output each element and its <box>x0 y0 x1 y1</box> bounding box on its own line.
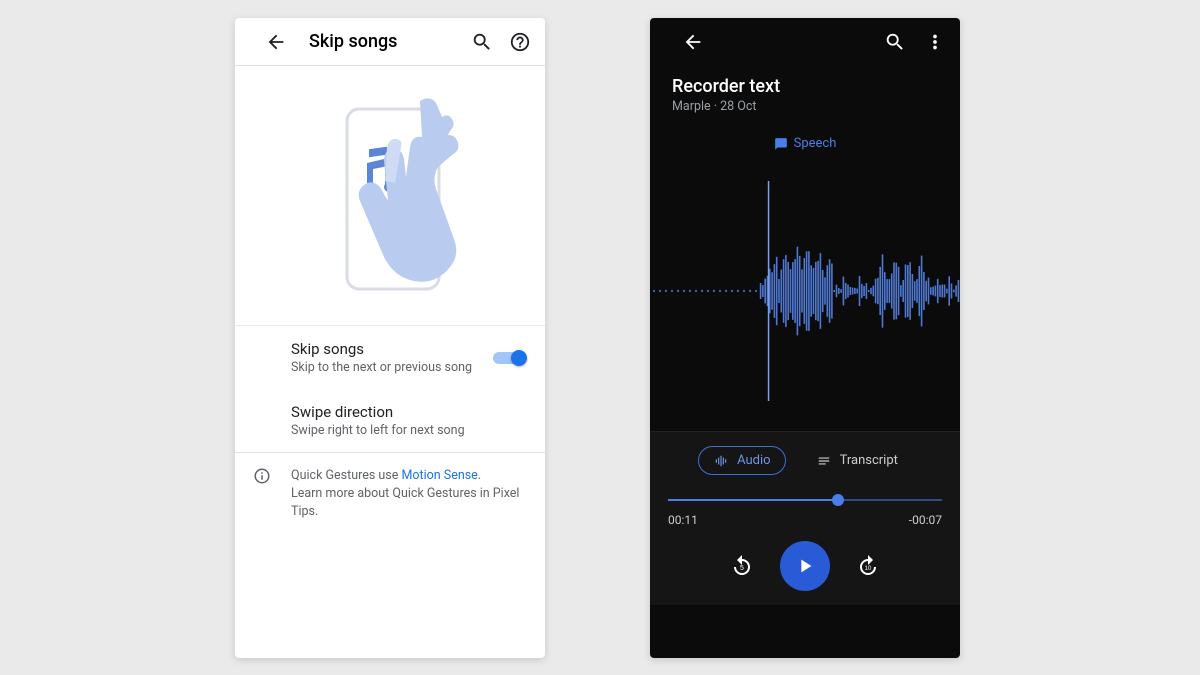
info-icon <box>253 467 271 491</box>
tab-label: Audio <box>737 453 770 468</box>
forward-10-icon[interactable]: 10 <box>856 554 880 578</box>
seek-bar[interactable] <box>668 493 942 507</box>
back-icon[interactable] <box>265 31 287 53</box>
page-title: Skip songs <box>309 31 455 52</box>
time-labels: 00:11 -00:07 <box>668 513 942 527</box>
time-remaining: -00:07 <box>909 513 942 527</box>
play-button[interactable] <box>780 541 830 591</box>
info-text-suffix: . <box>478 468 481 483</box>
swipe-direction-setting[interactable]: Swipe direction Swipe right to left for … <box>235 389 545 452</box>
setting-subtitle: Swipe right to left for next song <box>291 423 489 438</box>
back-icon[interactable] <box>682 31 704 53</box>
playback-controls: Audio Transcript 00:11 -00:07 5 10 <box>650 431 960 605</box>
motion-sense-link[interactable]: Motion Sense <box>401 468 477 483</box>
label-row: Speech <box>650 136 960 151</box>
setting-title: Skip songs <box>291 340 489 358</box>
view-tabs: Audio Transcript <box>668 446 942 475</box>
recording-title: Recorder text <box>672 76 938 97</box>
tab-audio[interactable]: Audio <box>698 446 785 475</box>
chip-label: Speech <box>794 136 837 151</box>
setting-subtitle: Skip to the next or previous song <box>291 360 489 375</box>
replay-5-icon[interactable]: 5 <box>730 554 754 578</box>
transport-controls: 5 10 <box>668 541 942 591</box>
recording-header: Recorder text Marple · 28 Oct <box>650 66 960 122</box>
recording-subtitle: Marple · 28 Oct <box>672 99 938 114</box>
info-note: Quick Gestures use Motion Sense. Learn m… <box>235 453 545 535</box>
recorder-screen: Recorder text Marple · 28 Oct Speech Aud… <box>650 18 960 658</box>
svg-text:10: 10 <box>865 566 872 572</box>
skip-songs-toggle[interactable] <box>493 349 527 367</box>
settings-screen: Skip songs <box>235 18 545 658</box>
gesture-illustration <box>235 66 545 326</box>
more-icon[interactable] <box>924 31 946 53</box>
setting-title: Swipe direction <box>291 403 489 421</box>
waveform[interactable] <box>650 151 960 431</box>
speech-chip[interactable]: Speech <box>774 136 837 151</box>
svg-text:5: 5 <box>740 565 744 572</box>
time-elapsed: 00:11 <box>668 513 698 527</box>
info-text-prefix: Quick Gestures use <box>291 468 401 483</box>
appbar <box>650 18 960 66</box>
help-icon[interactable] <box>509 31 531 53</box>
appbar: Skip songs <box>235 18 545 66</box>
tab-transcript[interactable]: Transcript <box>802 447 912 474</box>
info-text-line2: Learn more about Quick Gestures in Pixel… <box>291 486 519 519</box>
search-icon[interactable] <box>884 31 906 53</box>
skip-songs-setting[interactable]: Skip songs Skip to the next or previous … <box>235 326 545 389</box>
search-icon[interactable] <box>471 31 493 53</box>
tab-label: Transcript <box>840 453 898 468</box>
